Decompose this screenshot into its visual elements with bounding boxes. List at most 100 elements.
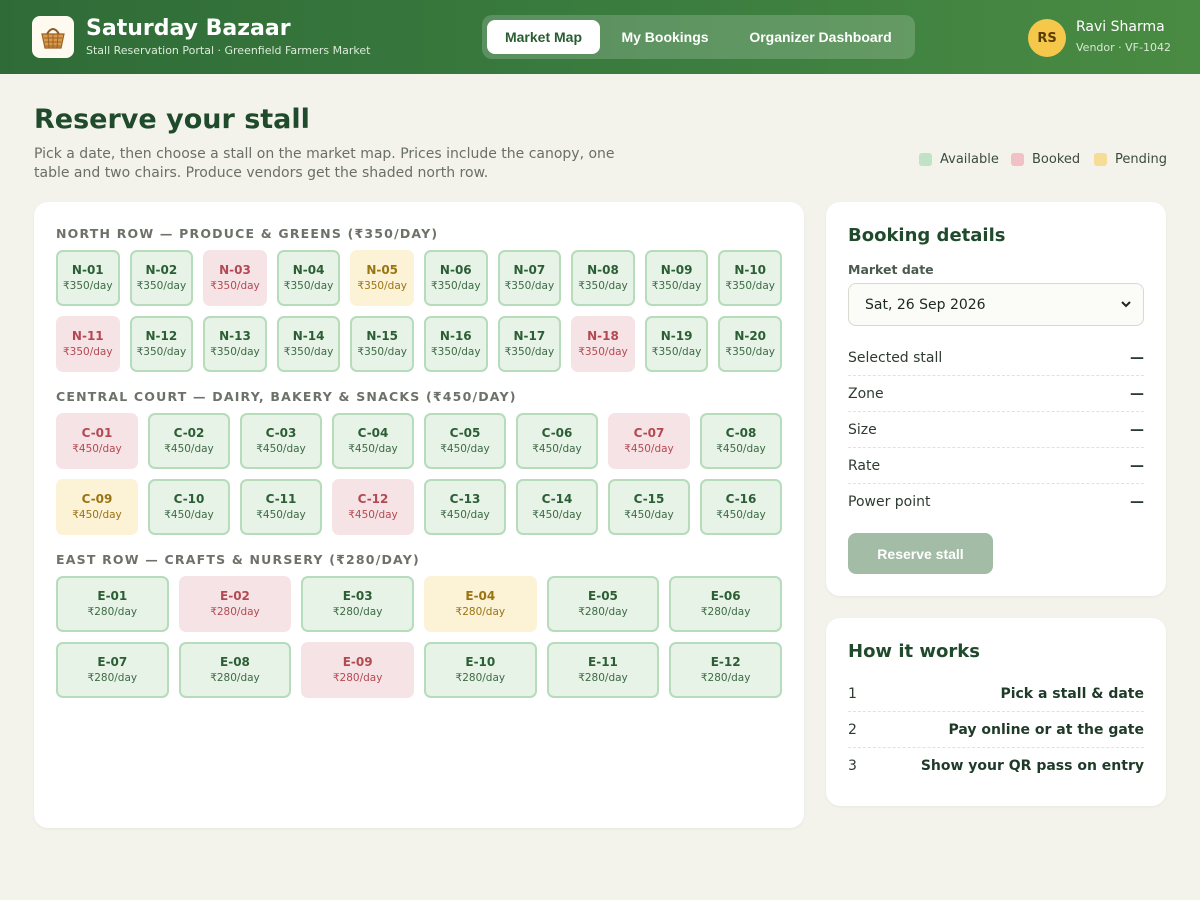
stall-n-10[interactable]: N-10 ₹350/day [718, 250, 782, 306]
chevron-down-icon [1119, 297, 1133, 315]
tab-my-bookings[interactable]: My Bookings [608, 20, 722, 54]
stall-id: E-01 [97, 589, 128, 603]
stall-e-05[interactable]: E-05 ₹280/day [546, 576, 660, 632]
stall-c-01: C-01 ₹450/day [56, 413, 138, 469]
avatar[interactable]: RS [1028, 19, 1066, 57]
detail-row-stall: Selected stall — [848, 340, 1144, 376]
stall-e-07[interactable]: E-07 ₹280/day [56, 642, 169, 698]
stall-id: N-17 [513, 329, 546, 343]
step-text: Show your QR pass on entry [920, 758, 1144, 774]
stall-n-13[interactable]: N-13 ₹350/day [203, 316, 267, 372]
stall-e-01[interactable]: E-01 ₹280/day [56, 576, 169, 632]
tab-organizer-dashboard[interactable]: Organizer Dashboard [734, 20, 907, 54]
stall-c-05[interactable]: C-05 ₹450/day [424, 413, 506, 469]
stall-price: ₹450/day [164, 509, 214, 521]
stall-n-17[interactable]: N-17 ₹350/day [497, 316, 562, 372]
step-row: 2 Pay online or at the gate [848, 712, 1144, 748]
stall-c-08[interactable]: C-08 ₹450/day [700, 413, 782, 469]
stall-price: ₹450/day [256, 443, 306, 455]
detail-label: Rate [848, 457, 881, 474]
step-row: 3 Show your QR pass on entry [848, 748, 1144, 784]
stall-n-06[interactable]: N-06 ₹350/day [424, 250, 488, 306]
detail-value: — [1130, 421, 1144, 438]
stall-e-04: E-04 ₹280/day [424, 576, 537, 632]
stall-e-10[interactable]: E-10 ₹280/day [424, 642, 537, 698]
stall-price: ₹350/day [651, 346, 702, 358]
detail-value: — [1130, 494, 1144, 510]
stall-n-01[interactable]: N-01 ₹350/day [56, 250, 120, 306]
reserve-stall-button[interactable]: Reserve stall [848, 533, 993, 574]
detail-label: Size [848, 421, 877, 438]
stall-price: ₹350/day [283, 280, 334, 292]
stall-price: ₹350/day [431, 280, 481, 292]
stall-price: ₹350/day [357, 346, 407, 358]
stall-e-03[interactable]: E-03 ₹280/day [301, 576, 414, 632]
stall-n-12[interactable]: N-12 ₹350/day [129, 316, 194, 372]
stall-id: N-18 [587, 329, 619, 343]
stall-price: ₹350/day [136, 346, 187, 358]
stall-c-09: C-09 ₹450/day [56, 479, 138, 535]
stall-price: ₹450/day [256, 509, 306, 521]
step-row: 1 Pick a stall & date [848, 676, 1144, 712]
tab-market-map[interactable]: Market Map [487, 20, 600, 54]
stall-n-09[interactable]: N-09 ₹350/day [644, 250, 709, 306]
stall-c-16[interactable]: C-16 ₹450/day [700, 479, 782, 535]
stall-n-20[interactable]: N-20 ₹350/day [718, 316, 782, 372]
stall-n-18: N-18 ₹350/day [571, 316, 635, 372]
step-text: Pay online or at the gate [948, 721, 1144, 738]
step-number: 3 [848, 758, 857, 774]
stall-c-11[interactable]: C-11 ₹450/day [240, 479, 322, 535]
market-map-card: NORTH ROW — PRODUCE & GREENS (₹350/DAY) … [34, 202, 804, 828]
stall-id: N-15 [366, 329, 399, 343]
user-role: Vendor · VF-1042 [1076, 41, 1171, 54]
stall-id: N-16 [439, 329, 472, 343]
stall-n-04[interactable]: N-04 ₹350/day [276, 250, 341, 306]
stall-e-11[interactable]: E-11 ₹280/day [546, 642, 660, 698]
stall-id: E-09 [342, 655, 373, 669]
legend-booked: Booked [1011, 151, 1080, 167]
stall-n-16[interactable]: N-16 ₹350/day [424, 316, 488, 372]
stall-id: N-10 [734, 263, 767, 277]
stall-c-13[interactable]: C-13 ₹450/day [424, 479, 506, 535]
stall-id: E-06 [710, 589, 741, 603]
detail-value: — [1130, 349, 1144, 366]
stall-price: ₹350/day [210, 280, 260, 292]
stall-n-08[interactable]: N-08 ₹350/day [571, 250, 635, 306]
stall-c-14[interactable]: C-14 ₹450/day [516, 479, 598, 535]
stall-c-02[interactable]: C-02 ₹450/day [148, 413, 230, 469]
stall-id: E-11 [588, 655, 618, 669]
stall-price: ₹450/day [440, 443, 490, 455]
stall-c-04[interactable]: C-04 ₹450/day [332, 413, 414, 469]
stall-id: C-07 [633, 426, 665, 440]
stall-e-09: E-09 ₹280/day [301, 642, 414, 698]
stall-price: ₹450/day [532, 509, 582, 521]
stall-id: C-12 [357, 492, 389, 506]
stall-price: ₹350/day [357, 280, 407, 292]
stall-c-06[interactable]: C-06 ₹450/day [516, 413, 598, 469]
stall-e-08[interactable]: E-08 ₹280/day [178, 642, 292, 698]
stall-c-15[interactable]: C-15 ₹450/day [608, 479, 690, 535]
stall-n-07[interactable]: N-07 ₹350/day [497, 250, 562, 306]
stall-price: ₹350/day [504, 280, 555, 292]
stall-c-10[interactable]: C-10 ₹450/day [148, 479, 230, 535]
stall-price: ₹280/day [210, 672, 260, 684]
stall-id: E-08 [220, 655, 250, 669]
legend-swatch-pending [1094, 152, 1107, 166]
stall-n-14[interactable]: N-14 ₹350/day [276, 316, 341, 372]
stall-id: E-05 [588, 589, 618, 603]
stall-price: ₹350/day [63, 346, 113, 358]
stall-n-02[interactable]: N-02 ₹350/day [129, 250, 194, 306]
stall-n-15[interactable]: N-15 ₹350/day [350, 316, 414, 372]
detail-label: Zone [848, 385, 884, 402]
market-date-select[interactable]: Sat, 26 Sep 2026 [848, 283, 1144, 326]
app-subtitle: Stall Reservation Portal · Greenfield Fa… [86, 44, 371, 57]
stall-c-03[interactable]: C-03 ₹450/day [240, 413, 322, 469]
stall-e-12[interactable]: E-12 ₹280/day [669, 642, 782, 698]
legend-label: Available [940, 151, 999, 167]
stall-n-19[interactable]: N-19 ₹350/day [644, 316, 709, 372]
stall-id: C-06 [541, 426, 573, 440]
stall-price: ₹450/day [72, 509, 122, 521]
stall-id: C-01 [81, 426, 113, 440]
how-it-works-title: How it works [848, 641, 980, 662]
stall-e-06[interactable]: E-06 ₹280/day [669, 576, 782, 632]
